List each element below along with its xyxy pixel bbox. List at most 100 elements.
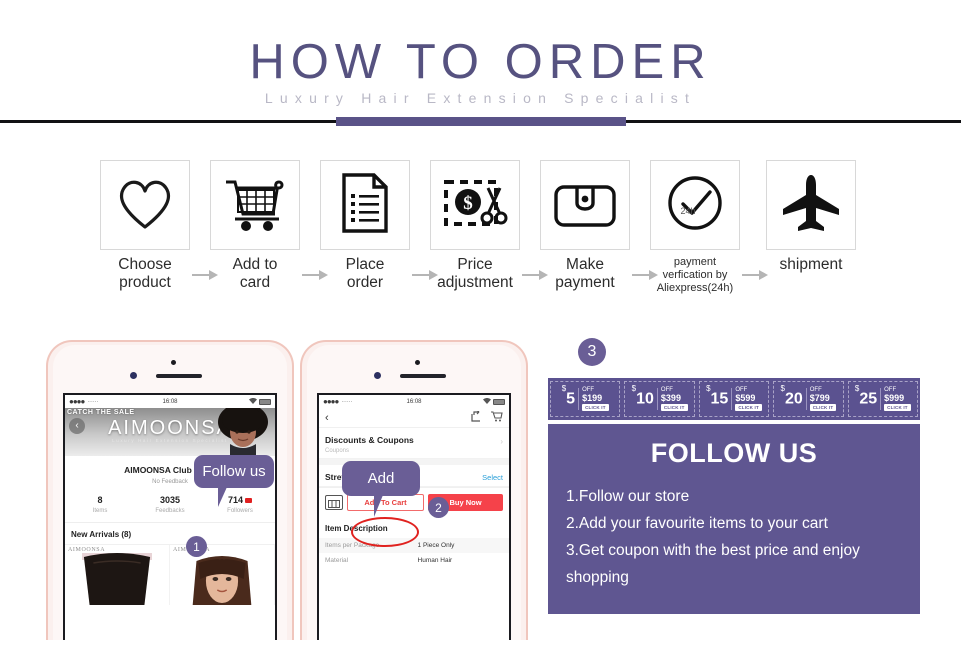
step-label: shipment <box>779 256 843 273</box>
product-card[interactable]: AIMOONSA <box>65 545 170 605</box>
coupon-cta[interactable]: CLICK IT <box>884 404 911 411</box>
step-price-adjustment: $ Price adjustment <box>429 160 521 292</box>
step-add-to-cart: Add to card <box>209 160 301 292</box>
share-icon[interactable] <box>471 409 482 427</box>
svg-text:$: $ <box>463 193 473 214</box>
description-key: Items per Package <box>325 542 380 549</box>
coupon-item[interactable]: $15 OFF $599 CLICK IT <box>698 381 770 417</box>
airplane-icon <box>779 173 843 238</box>
coupon-item[interactable]: $5 OFF $199 CLICK IT <box>550 381 621 417</box>
coupon-min-spend: $199 <box>582 393 603 403</box>
amount-value: 25 <box>859 390 878 408</box>
phone-camera-icon <box>374 372 381 379</box>
sale-badge: CATCH THE SALE <box>67 409 135 416</box>
status-time: 16:08 <box>162 398 178 405</box>
heart-icon <box>114 175 176 236</box>
stat-feedbacks[interactable]: 3035 Feedbacks <box>135 495 205 514</box>
coupon-amount: $10 <box>632 384 654 408</box>
step-icon-box <box>210 160 300 250</box>
stat-value: 3035 <box>159 495 181 505</box>
page-header: HOW TO ORDER Luxury Hair Extension Speci… <box>0 0 961 134</box>
badge-label: 3 <box>587 343 597 360</box>
coupon-bar: $5 OFF $199 CLICK IT $10 OFF $399 CLICK … <box>548 378 920 420</box>
row-subtitle: Coupons <box>325 448 350 454</box>
coupon-divider <box>731 388 733 410</box>
svg-text:24h: 24h <box>680 206 695 216</box>
cart-icon <box>223 174 287 237</box>
discounts-coupons-row[interactable]: Discounts & Coupons Coupons › <box>319 428 509 459</box>
item-description-heading: Item Description <box>325 524 388 533</box>
store-stats: 8 Items 3035 Feedbacks 714 Followers <box>65 485 275 523</box>
coupon-cta[interactable]: CLICK IT <box>582 404 609 411</box>
status-bar: ●●●● ······ 16:08 <box>65 395 275 408</box>
document-icon <box>340 172 390 239</box>
phone-speaker <box>400 374 446 378</box>
phone-body: ●●●● ······ 16:08 CATCH THE SALE ‹ AIMOO… <box>53 345 287 640</box>
coupon-cta[interactable]: CLICK IT <box>660 404 688 411</box>
stat-value: 8 <box>97 495 103 505</box>
wallet-icon <box>553 177 617 234</box>
stat-label: Followers <box>227 508 253 514</box>
coupon-divider <box>805 388 807 410</box>
step-label: Place order <box>345 256 385 291</box>
coupon-divider <box>578 388 580 410</box>
price-cut-icon: $ <box>442 174 508 237</box>
follow-step-1: 1.Follow our store <box>566 488 690 505</box>
step-badge-3: 3 <box>578 338 606 366</box>
storefront-icon[interactable] <box>325 495 343 510</box>
coupon-amount: $25 <box>855 384 878 408</box>
currency-symbol: $ <box>706 383 711 393</box>
add-callout: Add <box>342 461 420 496</box>
stat-label: Items <box>92 508 108 514</box>
coupon-cta[interactable]: CLICK IT <box>809 404 837 411</box>
amount-value: 20 <box>784 390 803 408</box>
chevron-right-icon: › <box>500 437 503 446</box>
coupon-cta[interactable]: CLICK IT <box>735 404 762 411</box>
product-nav-bar: ‹ <box>319 408 509 428</box>
how-to-order-page: HOW TO ORDER Luxury Hair Extension Speci… <box>0 0 961 658</box>
coupon-min-spend: $599 <box>735 393 756 403</box>
product-image <box>170 545 274 605</box>
coupon-amount: $20 <box>780 384 803 408</box>
currency-symbol: $ <box>561 383 567 393</box>
back-chevron-icon[interactable]: ‹ <box>325 412 329 424</box>
step-payment-verification: 24h payment verfication by Aliexpress(24… <box>649 160 741 295</box>
coupon-divider <box>880 388 882 410</box>
coupon-details: OFF $999 CLICK IT <box>884 387 911 411</box>
watermark-label: AIMOONSA <box>68 547 106 553</box>
currency-symbol: $ <box>854 383 860 393</box>
order-steps: Choose product Add to card Place order $… <box>0 160 961 300</box>
nav-actions <box>471 409 503 427</box>
amount-value: 15 <box>710 390 729 408</box>
coupon-details: OFF $599 CLICK IT <box>735 387 762 411</box>
stat-label: Feedbacks <box>155 508 185 514</box>
coupon-min-spend: $399 <box>660 393 681 403</box>
row-title: Discounts & Coupons <box>325 435 414 445</box>
store-hero-banner: CATCH THE SALE ‹ AIMOONSA Luxury Hair Ex… <box>65 408 275 456</box>
phone-mockup-store: ●●●● ······ 16:08 CATCH THE SALE ‹ AIMOO… <box>46 340 294 640</box>
description-value: 1 Piece Only <box>417 542 455 549</box>
product-grid: AIMOONSA AIMOONSA <box>65 545 275 605</box>
stat-items[interactable]: 8 Items <box>65 495 135 514</box>
button-label: Buy Now <box>449 498 482 507</box>
coupon-divider <box>656 388 658 410</box>
callout-tail <box>218 487 236 507</box>
coupon-item[interactable]: $10 OFF $399 CLICK IT <box>624 381 695 417</box>
coupon-item[interactable]: $25 OFF $999 CLICK IT <box>847 381 919 417</box>
select-link[interactable]: Select <box>482 473 503 482</box>
step-icon-box <box>100 160 190 250</box>
step-icon-box <box>320 160 410 250</box>
cart-icon[interactable] <box>491 409 503 427</box>
coupon-amount: $15 <box>706 384 729 408</box>
callout-label: Follow us <box>202 463 266 480</box>
amount-value: 10 <box>636 390 654 408</box>
stat-followers[interactable]: 714 Followers <box>205 495 275 514</box>
coupon-details: OFF $199 CLICK IT <box>582 387 609 411</box>
coupon-item[interactable]: $20 OFF $799 CLICK IT <box>773 381 844 417</box>
phone-screen: ●●●● ······ 16:08 CATCH THE SALE ‹ AIMOO… <box>63 393 277 640</box>
product-card[interactable]: AIMOONSA <box>170 545 275 605</box>
step-label: Make payment <box>555 256 615 291</box>
coupon-details: OFF $399 CLICK IT <box>660 387 688 411</box>
status-bar: ●●●● ······ 16:08 <box>319 395 509 408</box>
coupon-amount: $5 <box>562 384 575 407</box>
